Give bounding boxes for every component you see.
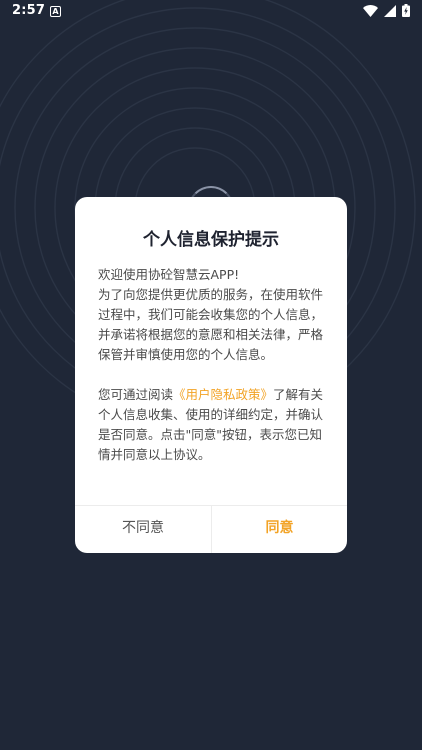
app-screen: 2:57 A 个人信息保护提示 欢迎使用协砼智慧云APP! 为了向您提供更优质的… bbox=[0, 0, 422, 750]
status-icons bbox=[363, 4, 410, 17]
agree-button[interactable]: 同意 bbox=[212, 506, 347, 553]
privacy-policy-link[interactable]: 《用户隐私政策》 bbox=[173, 387, 273, 402]
signal-icon bbox=[384, 4, 396, 17]
dialog-title: 个人信息保护提示 bbox=[143, 230, 279, 250]
status-bar: 2:57 A bbox=[0, 0, 422, 24]
disagree-button[interactable]: 不同意 bbox=[75, 506, 211, 553]
welcome-text: 欢迎使用协砼智慧云APP! bbox=[98, 267, 240, 282]
intro-text: 为了向您提供更优质的服务，在使用软件过程中，我们可能会收集您的个人信息，并承诺将… bbox=[98, 287, 324, 362]
read-policy-text: 您可通过阅读《用户隐私政策》了解有关个人信息收集、使用的详细约定，并确认是否同意… bbox=[98, 385, 326, 465]
status-time: 2:57 bbox=[12, 3, 46, 18]
notification-a-icon: A bbox=[50, 6, 61, 17]
privacy-dialog: 个人信息保护提示 欢迎使用协砼智慧云APP! 为了向您提供更优质的服务，在使用软… bbox=[75, 197, 347, 553]
read-prefix: 您可通过阅读 bbox=[98, 387, 174, 402]
dialog-body: 欢迎使用协砼智慧云APP! 为了向您提供更优质的服务，在使用软件过程中，我们可能… bbox=[98, 265, 326, 465]
wifi-icon bbox=[363, 4, 378, 17]
battery-charging-icon bbox=[402, 4, 410, 17]
